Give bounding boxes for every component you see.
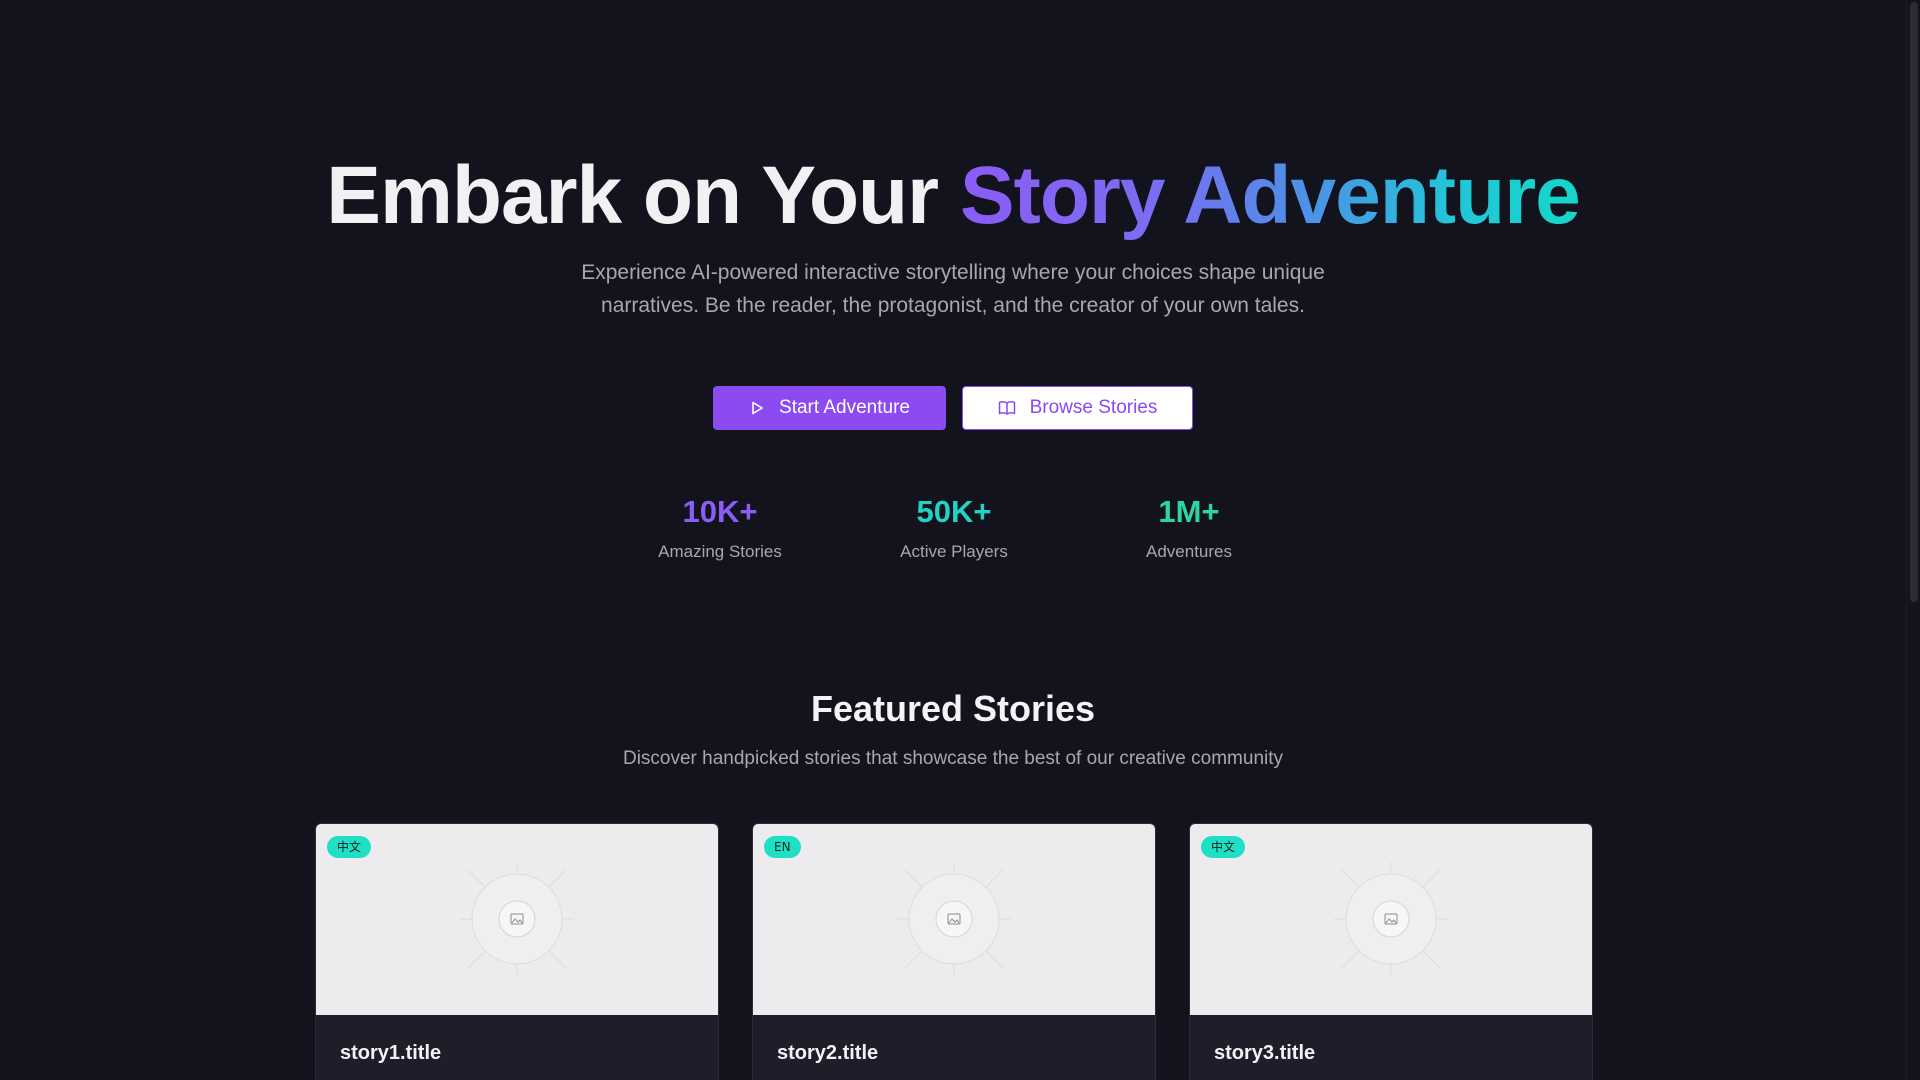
- hero-title-plain: Embark on Your: [326, 150, 960, 241]
- story-cover: EN: [753, 824, 1155, 1015]
- language-badge: 中文: [327, 836, 372, 858]
- hero-title: Embark on Your Story Adventure: [0, 150, 1906, 242]
- stat-value: 50K+: [916, 494, 992, 529]
- scrollbar-thumb[interactable]: [1910, 2, 1918, 602]
- story-title[interactable]: story1.title: [340, 1042, 441, 1065]
- stat-label: Amazing Stories: [658, 542, 782, 561]
- stat-value: 1M+: [1158, 494, 1220, 529]
- stat-adventures: 1M+ Adventures: [1079, 492, 1299, 562]
- stat-label: Adventures: [1146, 542, 1232, 561]
- language-badge: EN: [764, 836, 801, 858]
- start-adventure-label: Start Adventure: [779, 397, 910, 418]
- stat-players: 50K+ Active Players: [844, 492, 1064, 562]
- story-card[interactable]: 中文 story3.title: [1189, 823, 1593, 1080]
- stat-label: Active Players: [900, 542, 1008, 561]
- stat-stories: 10K+ Amazing Stories: [610, 492, 830, 562]
- featured-subtitle: Discover handpicked stories that showcas…: [622, 748, 1284, 769]
- vertical-scrollbar[interactable]: [1906, 0, 1920, 1080]
- play-icon: [749, 400, 765, 416]
- page: Embark on Your Story Adventure Experienc…: [0, 0, 1906, 1080]
- story-card[interactable]: 中文 story1.title: [315, 823, 719, 1080]
- stat-value: 10K+: [682, 494, 758, 529]
- browse-stories-button[interactable]: Browse Stories: [962, 386, 1193, 430]
- story-card[interactable]: EN story2.title: [752, 823, 1156, 1080]
- story-title[interactable]: story2.title: [777, 1042, 878, 1065]
- story-cover: 中文: [1190, 824, 1592, 1015]
- language-badge: 中文: [1201, 836, 1246, 858]
- story-cover: 中文: [316, 824, 718, 1015]
- hero-actions: Start Adventure Browse Stories: [0, 386, 1906, 430]
- start-adventure-button[interactable]: Start Adventure: [713, 386, 946, 430]
- story-title[interactable]: story3.title: [1214, 1042, 1315, 1065]
- hero-subtitle: Experience AI-powered interactive storyt…: [581, 261, 1325, 317]
- browse-stories-label: Browse Stories: [1029, 397, 1158, 418]
- book-open-icon: [998, 400, 1016, 416]
- featured-title: Featured Stories: [810, 688, 1096, 729]
- hero-title-highlight: Story Adventure: [959, 150, 1581, 241]
